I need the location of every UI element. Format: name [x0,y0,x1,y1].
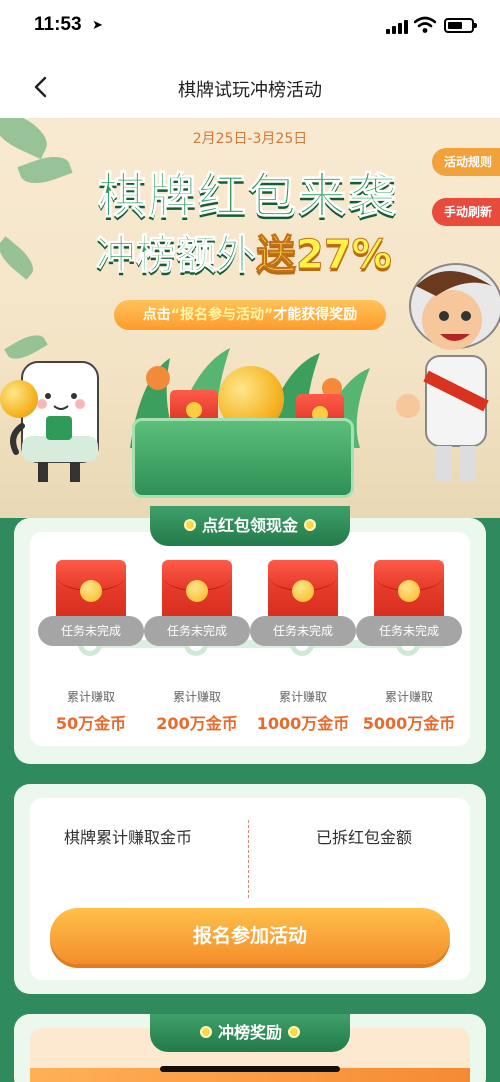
activity-rules-button[interactable]: 活动规则 [432,148,500,176]
reward-tier-1[interactable]: 任务未完成 累计赚取 50万金币 [38,560,144,740]
hero-subtitle-suffix: 才能获得奖励 [273,307,358,323]
ranking-section-tab: 冲榜奖励 [150,1014,350,1052]
reward-earn-label: 累计赚取 [66,690,115,704]
red-packet-section-tab: 点红包领现金 [150,506,350,546]
activity-date-range: 2月25日-3月25日 [192,131,308,147]
red-packet-section-title: 点红包领现金 [201,516,298,535]
leaf-decoration [17,150,73,190]
diamond-dot-icon [288,1025,300,1038]
boy-mascot-illustration [396,263,500,482]
red-envelope-icon[interactable] [162,560,232,622]
task-status-badge: 任务未完成 [144,616,250,646]
reward-earn-label: 累计赚取 [384,690,433,704]
reward-tier-2[interactable]: 任务未完成 累计赚取 200万金币 [144,560,250,740]
reward-amount: 1000万金币 [256,714,350,733]
diamond-dot-icon [304,518,316,531]
hero-subtitle-prefix: 点击 [142,307,171,323]
reward-amount: 50万金币 [55,714,127,733]
cellular-signal-icon [386,20,408,34]
page-title: 棋牌试玩冲榜活动 [178,80,322,101]
task-status-badge: 任务未完成 [356,616,462,646]
stats-card-inner: 棋牌累计赚取金币 已拆红包金额 报名参加活动 [30,798,470,980]
status-bar: 11:53 ➤ [0,0,500,56]
battery-icon [444,18,477,33]
hero-subtitle-quote: “报名参与活动” [170,307,274,323]
opened-packets-label: 已拆红包金额 [316,828,413,847]
hero-title-highlight: 送27% [256,232,393,279]
red-packet-card: 任务未完成 累计赚取 50万金币 任务未完成 累计赚取 200万金币 任务未完成… [14,518,486,764]
status-time: 11:53 [34,14,82,35]
reward-earn-label: 累计赚取 [278,690,327,704]
manual-refresh-button[interactable]: 手动刷新 [432,198,500,226]
task-status-badge: 任务未完成 [250,616,356,646]
reward-amount: 5000万金币 [362,714,456,733]
red-envelope-icon[interactable] [374,560,444,622]
ranking-section-title: 冲榜奖励 [217,1023,282,1042]
reward-earn-label: 累计赚取 [172,690,221,704]
stats-divider [248,820,249,898]
hero-banner: 2月25日-3月25日 棋牌红包来袭 冲榜额外送27% 点击“报名参与活动”才能… [0,118,500,518]
diamond-dot-icon [183,518,196,531]
diamond-dot-icon [199,1025,212,1038]
stats-card: 棋牌累计赚取金币 已拆红包金额 报名参加活动 [14,784,486,994]
leaf-decoration [0,236,40,280]
hero-title-line1: 棋牌红包来袭 [97,168,399,225]
red-packet-card-inner: 任务未完成 累计赚取 50万金币 任务未完成 累计赚取 200万金币 任务未完成… [30,532,470,746]
task-status-badge: 任务未完成 [38,616,144,646]
total-coins-label: 棋牌累计赚取金币 [64,828,193,847]
wifi-icon [414,16,436,33]
red-envelope-icon[interactable] [56,560,126,622]
home-indicator[interactable] [160,1066,340,1072]
reward-tier-4[interactable]: 任务未完成 累计赚取 5000万金币 [356,560,462,740]
mahjong-mascot-illustration [10,361,99,482]
hero-title-line2-prefix: 冲榜额外 [96,232,257,279]
hero-subtitle-pill: 点击“报名参与活动”才能获得奖励 [114,300,386,330]
reward-amount: 200万金币 [156,714,238,733]
gold-coin-illustration [0,380,38,418]
hero-title-line2: 冲榜额外送27% [96,222,393,280]
treasure-box-illustration [132,418,354,498]
red-envelope-icon[interactable] [268,560,338,622]
reward-tier-3[interactable]: 任务未完成 累计赚取 1000万金币 [250,560,356,740]
location-arrow-icon: ➤ [92,18,103,33]
join-activity-button[interactable]: 报名参加活动 [50,908,450,964]
nav-bar: 棋牌试玩冲榜活动 [0,56,500,118]
